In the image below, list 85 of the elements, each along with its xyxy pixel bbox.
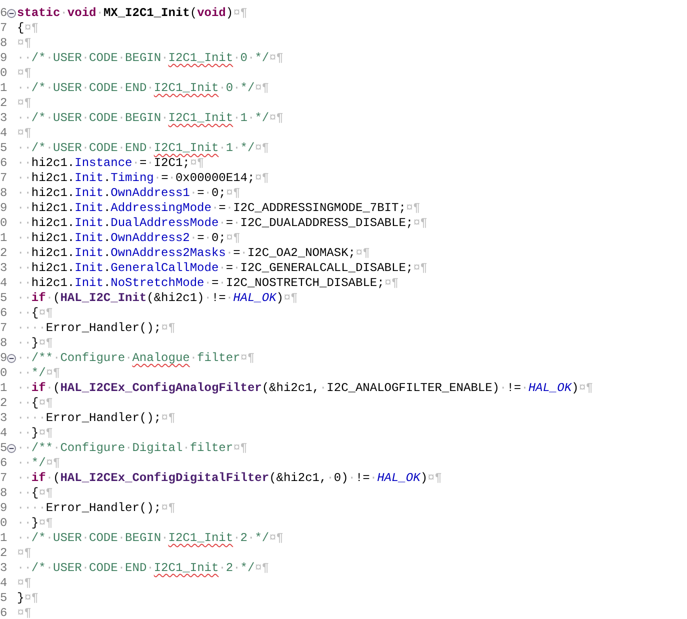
line-number: 5 bbox=[0, 591, 7, 606]
line-number: 8 bbox=[0, 486, 7, 501]
line-number: 6 bbox=[0, 156, 7, 171]
line-number: 9 bbox=[0, 351, 7, 366]
line-number: 8 bbox=[0, 336, 7, 351]
code-line: {¤¶ bbox=[17, 21, 39, 36]
code-line: ··hi2c1.Instance·=·I2C1;¤¶ bbox=[17, 156, 204, 171]
code-line: ¤¶ bbox=[17, 66, 32, 81]
code-line: ··if·(HAL_I2CEx_ConfigDigitalFilter(&hi2c1,·0)·!=·HAL_OK)¤¶ bbox=[17, 471, 442, 486]
code-line: ··if·(HAL_I2C_Init(&hi2c1)·!=·HAL_OK)¤¶ bbox=[17, 291, 298, 306]
code-line: ··/*·USER·CODE·BEGIN·I2C1_Init·0·*/¤¶ bbox=[17, 51, 284, 66]
line-number: 5 bbox=[0, 291, 7, 306]
code-line: ··/*·USER·CODE·BEGIN·I2C1_Init·1·*/¤¶ bbox=[17, 111, 284, 126]
code-line: ··hi2c1.Init.AddressingMode·=·I2C_ADDRESSINGMODE_7BIT;¤¶ bbox=[17, 201, 420, 216]
line-number: 6 bbox=[0, 456, 7, 471]
code-line: static·void·MX_I2C1_Init(void)¤¶ bbox=[17, 6, 248, 21]
code-line: ····Error_Handler();¤¶ bbox=[17, 501, 176, 516]
line-number: 4 bbox=[0, 126, 7, 141]
line-number: 2 bbox=[0, 246, 7, 261]
code-line: ··*/¤¶ bbox=[17, 366, 60, 381]
line-number: 7 bbox=[0, 171, 7, 186]
code-line: ··{¤¶ bbox=[17, 486, 54, 501]
line-number: 1 bbox=[0, 381, 7, 396]
line-number: 7 bbox=[0, 21, 7, 36]
line-number: 9 bbox=[0, 501, 7, 516]
line-number: 9 bbox=[0, 201, 7, 216]
code-line: }¤¶ bbox=[17, 591, 39, 606]
code-line: ··}¤¶ bbox=[17, 516, 54, 531]
line-number: 5 bbox=[0, 141, 7, 156]
code-line: ··/*·USER·CODE·END·I2C1_Init·1·*/¤¶ bbox=[17, 141, 270, 156]
code-line: ··/*·USER·CODE·BEGIN·I2C1_Init·2·*/¤¶ bbox=[17, 531, 284, 546]
code-line: ··/*·USER·CODE·END·I2C1_Init·2·*/¤¶ bbox=[17, 561, 270, 576]
line-number: 8 bbox=[0, 36, 7, 51]
collapse-icon[interactable] bbox=[7, 354, 16, 363]
line-number: 0 bbox=[0, 516, 7, 531]
code-line: ··hi2c1.Init.OwnAddress1·=·0;¤¶ bbox=[17, 186, 240, 201]
line-number: 6 bbox=[0, 606, 7, 619]
code-line: ¤¶ bbox=[17, 126, 32, 141]
code-line: ··hi2c1.Init.Timing·=·0x00000E14;¤¶ bbox=[17, 171, 270, 186]
line-number: 7 bbox=[0, 321, 7, 336]
code-line: ··hi2c1.Init.GeneralCallMode·=·I2C_GENERALCALL_DISABLE;¤¶ bbox=[17, 261, 428, 276]
code-line: ··}¤¶ bbox=[17, 336, 54, 351]
code-line: ··{¤¶ bbox=[17, 306, 54, 321]
code-line: ¤¶ bbox=[17, 606, 32, 619]
line-number: 2 bbox=[0, 96, 7, 111]
line-number: 1 bbox=[0, 81, 7, 96]
line-number: 0 bbox=[0, 66, 7, 81]
line-number: 3 bbox=[0, 261, 7, 276]
code-line: ··/*·USER·CODE·END·I2C1_Init·0·*/¤¶ bbox=[17, 81, 270, 96]
code-line: ··hi2c1.Init.OwnAddress2Masks·=·I2C_OA2_NOMASK;¤¶ bbox=[17, 246, 370, 261]
line-number: 0 bbox=[0, 216, 7, 231]
line-number: 1 bbox=[0, 231, 7, 246]
line-number: 7 bbox=[0, 471, 7, 486]
code-line: ¤¶ bbox=[17, 96, 32, 111]
line-number: 5 bbox=[0, 441, 7, 456]
line-number: 6 bbox=[0, 306, 7, 321]
line-number: 3 bbox=[0, 111, 7, 126]
collapse-icon[interactable] bbox=[7, 9, 16, 18]
code-line: ¤¶ bbox=[17, 576, 32, 591]
code-line: ··{¤¶ bbox=[17, 396, 54, 411]
code-line: ··hi2c1.Init.NoStretchMode·=·I2C_NOSTRETCH_DISABLE;¤¶ bbox=[17, 276, 399, 291]
line-number: 4 bbox=[0, 576, 7, 591]
code-line: ··hi2c1.Init.DualAddressMode·=·I2C_DUALADDRESS_DISABLE;¤¶ bbox=[17, 216, 428, 231]
code-line: ¤¶ bbox=[17, 546, 32, 561]
line-number: 4 bbox=[0, 276, 7, 291]
code-line: ··*/¤¶ bbox=[17, 456, 60, 471]
code-line: ··if·(HAL_I2CEx_ConfigAnalogFilter(&hi2c1,·I2C_ANALOGFILTER_ENABLE)·!=·HAL_OK)¤¶ bbox=[17, 381, 594, 396]
line-number: 1 bbox=[0, 531, 7, 546]
code-line: ··hi2c1.Init.OwnAddress2·=·0;¤¶ bbox=[17, 231, 240, 246]
collapse-icon[interactable] bbox=[7, 444, 16, 453]
line-number: 6 bbox=[0, 6, 7, 21]
code-line: ····Error_Handler();¤¶ bbox=[17, 411, 176, 426]
code-line: ····Error_Handler();¤¶ bbox=[17, 321, 176, 336]
code-line: ··/**·Configure·Analogue·filter¤¶ bbox=[17, 351, 255, 366]
code-line: ··}¤¶ bbox=[17, 426, 54, 441]
code-line: ··/**·Configure·Digital·filter¤¶ bbox=[17, 441, 248, 456]
line-number: 9 bbox=[0, 51, 7, 66]
line-number: 3 bbox=[0, 561, 7, 576]
line-number: 3 bbox=[0, 411, 7, 426]
line-number: 4 bbox=[0, 426, 7, 441]
line-number: 8 bbox=[0, 186, 7, 201]
code-line: ¤¶ bbox=[17, 36, 32, 51]
line-number: 2 bbox=[0, 546, 7, 561]
line-number: 2 bbox=[0, 396, 7, 411]
line-number: 0 bbox=[0, 366, 7, 381]
